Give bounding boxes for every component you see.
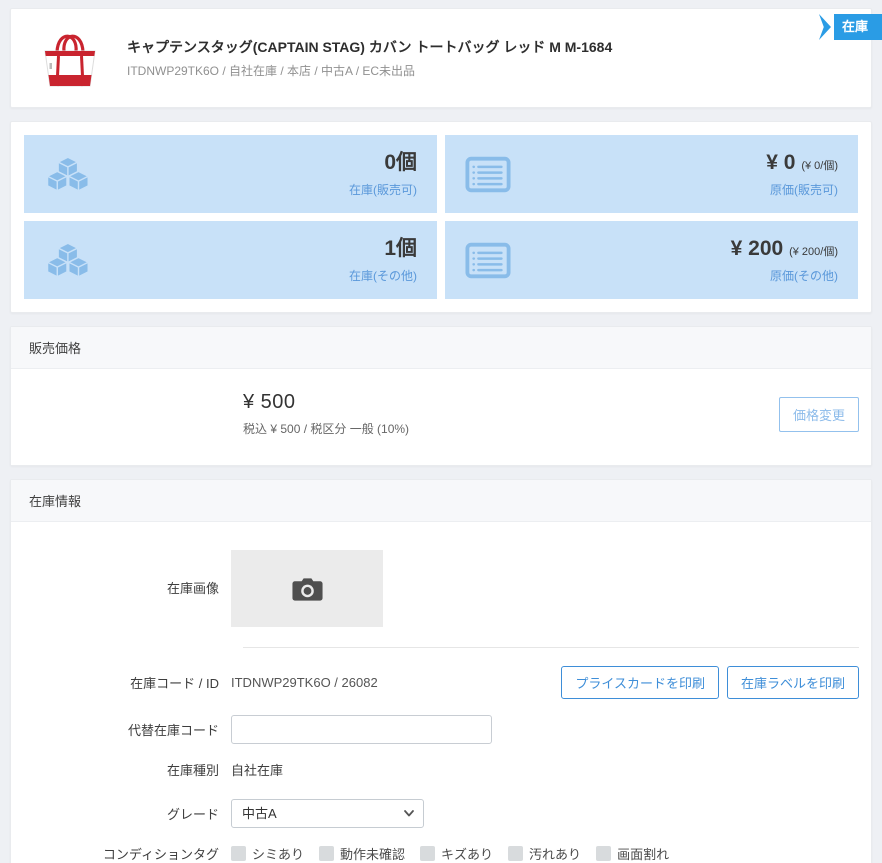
form-divider <box>243 647 859 648</box>
inventory-info-body: 在庫画像 在庫コード / ID ITDNWP29TK6O / 26082 プライ… <box>11 522 871 863</box>
stat-card-stock-other: 1個 在庫(その他) <box>24 221 437 299</box>
inventory-image-label: 在庫画像 <box>166 581 219 596</box>
checkbox-icon[interactable] <box>508 846 524 861</box>
grade-row: グレード 中古A <box>11 799 859 828</box>
list-icon <box>465 242 511 278</box>
condition-tag-label: 動作未確認 <box>340 847 406 862</box>
cubes-icon <box>46 242 89 278</box>
stat-label: 原価(販売可) <box>770 182 838 197</box>
grade-label: グレード <box>166 807 219 822</box>
checkbox-icon[interactable] <box>420 846 436 861</box>
alt-code-label: 代替在庫コード <box>127 723 219 738</box>
condition-tag-label: キズあり <box>441 847 494 862</box>
alt-code-input[interactable] <box>231 715 492 744</box>
print-button-group: プライスカードを印刷 在庫ラベルを印刷 <box>561 666 859 699</box>
product-header-text: キャプテンスタッグ(CAPTAIN STAG) カバン トートバッグ レッド M… <box>127 37 612 79</box>
checkbox-icon[interactable] <box>319 846 335 861</box>
price-tax-detail: 税込 ¥ 500 / 税区分 一般 (10%) <box>243 422 410 436</box>
stat-label: 原価(その他) <box>770 268 838 283</box>
condition-tag-dousa[interactable]: 動作未確認 <box>319 844 405 863</box>
condition-tag-gamen[interactable]: 画面割れ <box>596 844 669 863</box>
stock-type-label: 在庫種別 <box>166 763 219 778</box>
inventory-info-section-title: 在庫情報 <box>11 480 871 522</box>
cubes-icon <box>46 156 89 192</box>
stat-value: 1個 <box>384 236 417 260</box>
stats-summary-card: 0個 在庫(販売可) ¥ 0 (¥ 0/個) 原価(販売可) 1個 在庫(その他… <box>10 121 872 313</box>
sales-price-section: 販売価格 ¥ 500 税込 ¥ 500 / 税区分 一般 (10%) 価格変更 <box>10 326 872 466</box>
product-subtitle: ITDNWP29TK6O / 自社在庫 / 本店 / 中古A / EC未出品 <box>127 64 416 78</box>
inventory-info-section: 在庫情報 在庫画像 在庫コード / ID ITDNWP29TK6O / 2608… <box>10 479 872 863</box>
stat-card-cost-other: ¥ 200 (¥ 200/個) 原価(その他) <box>445 221 858 299</box>
stat-label: 在庫(その他) <box>349 268 417 283</box>
price-value: ¥ 500 <box>243 391 296 413</box>
price-block: ¥ 500 税込 ¥ 500 / 税区分 一般 (10%) <box>243 391 409 437</box>
change-price-button[interactable]: 価格変更 <box>778 396 859 432</box>
inventory-code-value: ITDNWP29TK6O / 26082 <box>231 675 378 690</box>
alt-code-row: 代替在庫コード <box>11 715 859 744</box>
stat-value: ¥ 200 (¥ 200/個) <box>730 236 838 260</box>
condition-tag-shimi[interactable]: シミあり <box>231 844 304 863</box>
product-header-card: キャプテンスタッグ(CAPTAIN STAG) カバン トートバッグ レッド M… <box>10 8 872 108</box>
sales-price-section-title: 販売価格 <box>11 327 871 369</box>
stock-status-badge: 在庫 <box>818 14 882 40</box>
product-title: キャプテンスタッグ(CAPTAIN STAG) カバン トートバッグ レッド M… <box>127 39 613 55</box>
stat-value: ¥ 0 (¥ 0/個) <box>766 150 838 174</box>
condition-tag-kizu[interactable]: キズあり <box>420 844 493 863</box>
condition-tag-label: シミあり <box>252 847 305 862</box>
stock-type-row: 在庫種別 自社在庫 <box>11 760 859 779</box>
stock-type-value: 自社在庫 <box>231 763 284 778</box>
condition-tags-group: シミあり 動作未確認 キズあり 汚れあり 画面割れ <box>231 844 669 863</box>
badge-chevron-icon <box>818 14 831 40</box>
print-stock-label-button[interactable]: 在庫ラベルを印刷 <box>726 666 859 699</box>
checkbox-icon[interactable] <box>596 846 612 861</box>
stat-card-cost-sellable: ¥ 0 (¥ 0/個) 原価(販売可) <box>445 135 858 213</box>
stat-value: 0個 <box>384 150 417 174</box>
condition-tags-row: コンディションタグ シミあり 動作未確認 キズあり 汚れあり 画面割れ <box>11 844 859 863</box>
condition-tags-label: コンディションタグ <box>102 847 219 862</box>
stat-card-stock-sellable: 0個 在庫(販売可) <box>24 135 437 213</box>
sales-price-body: ¥ 500 税込 ¥ 500 / 税区分 一般 (10%) 価格変更 <box>11 369 871 465</box>
stat-label: 在庫(販売可) <box>349 182 417 197</box>
checkbox-icon[interactable] <box>231 846 246 861</box>
grade-select-wrap: 中古A <box>231 799 424 828</box>
product-tote-bag-image <box>44 34 96 87</box>
camera-icon <box>291 577 323 601</box>
print-price-card-button[interactable]: プライスカードを印刷 <box>561 666 719 699</box>
badge-label: 在庫 <box>833 14 882 40</box>
condition-tag-yogore[interactable]: 汚れあり <box>508 844 581 863</box>
condition-tag-label: 汚れあり <box>529 847 582 862</box>
inventory-code-label: 在庫コード / ID <box>130 676 219 691</box>
condition-tag-label: 画面割れ <box>617 847 670 862</box>
list-icon <box>465 156 511 192</box>
grade-select[interactable]: 中古A <box>231 799 424 828</box>
inventory-image-placeholder[interactable] <box>231 550 383 627</box>
inventory-image-row: 在庫画像 <box>11 550 859 627</box>
inventory-code-row: 在庫コード / ID ITDNWP29TK6O / 26082 プライスカードを… <box>11 666 859 699</box>
